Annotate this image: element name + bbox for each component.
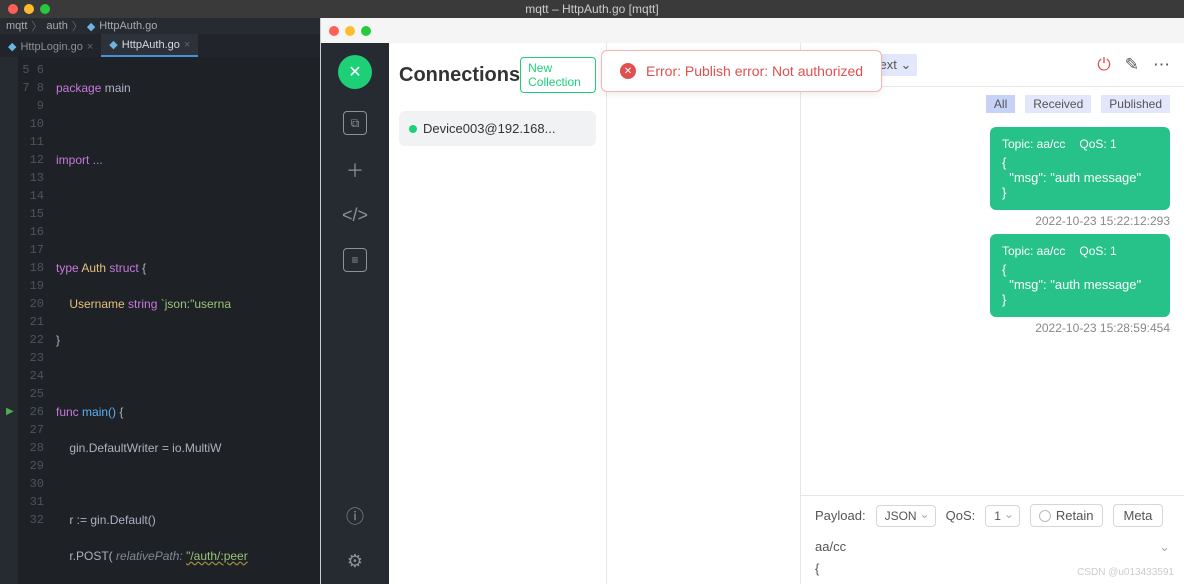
tab-label: HttpAuth.go <box>122 39 180 51</box>
close-window-icon[interactable] <box>8 4 18 14</box>
meta-button[interactable]: Meta <box>1113 504 1164 527</box>
editor-tabs: ◆ HttpLogin.go × ◆ HttpAuth.go × <box>0 34 320 57</box>
payload-bar: Payload: JSON QoS: 1 Retain Meta <box>801 495 1184 535</box>
ide-panel: mqtt 〉 auth 〉 ◆ HttpAuth.go ◆ HttpLogin.… <box>0 18 320 584</box>
chevron-right-icon: 〉 <box>72 18 83 34</box>
qos-select[interactable]: 1 <box>985 505 1020 527</box>
message-bubble: Topic: aa/ccQoS: 1{ "msg": "auth message… <box>990 234 1170 317</box>
maximize-window-icon[interactable] <box>40 4 50 14</box>
filter-all[interactable]: All <box>986 95 1015 113</box>
edit-icon[interactable]: ✎ <box>1125 55 1139 75</box>
connections-title: Connections <box>399 64 520 87</box>
crumb-project[interactable]: mqtt <box>6 20 27 32</box>
more-icon[interactable]: ⋯ <box>1153 55 1170 75</box>
copy-icon[interactable]: ⧉ <box>343 111 367 135</box>
traffic-lights <box>8 4 50 14</box>
messages-panel: ? Plaintext ⌄ ⏻ ✎ ⋯ All Received Publish… <box>801 43 1184 584</box>
line-gutter: 5 6 7 8 9 10 11 12 13 14 15 16 17 18 19 … <box>18 57 50 584</box>
tab-label: HttpLogin.go <box>20 41 82 53</box>
chevron-right-icon: 〉 <box>31 18 42 34</box>
ide-left-toolbar: Project Pull Requests Structure Bookmark… <box>0 57 18 584</box>
connection-item[interactable]: Device003@192.168... <box>399 111 596 146</box>
code-icon[interactable]: </> <box>342 205 368 226</box>
minimize-window-icon[interactable] <box>24 4 34 14</box>
connection-label: Device003@192.168... <box>423 121 555 136</box>
minimize-window-icon[interactable] <box>345 26 355 36</box>
go-file-icon: ◆ <box>87 20 95 33</box>
message-list: Topic: aa/ccQoS: 1{ "msg": "auth message… <box>801 121 1184 495</box>
error-text: Error: Publish error: Not authorized <box>646 63 863 79</box>
error-icon: ✕ <box>620 63 636 79</box>
os-titlebar: mqtt – HttpAuth.go [mqtt] <box>0 0 1184 18</box>
go-file-icon: ◆ <box>109 38 117 51</box>
database-icon[interactable]: ≡ <box>343 248 367 272</box>
payload-type-select[interactable]: JSON <box>876 505 936 527</box>
crumb-file[interactable]: HttpAuth.go <box>99 20 157 32</box>
status-dot-icon <box>409 125 417 133</box>
payload-label: Payload: <box>815 508 866 523</box>
watermark: CSDN @u013433591 <box>1077 567 1174 578</box>
window-title: mqtt – HttpAuth.go [mqtt] <box>525 2 658 16</box>
qos-label: QoS: <box>946 508 976 523</box>
code-editor[interactable]: package main import ... type Auth struct… <box>50 57 320 584</box>
filter-bar: All Received Published <box>801 87 1184 121</box>
mqttx-app: ✕ ⧉ ＋ </> ≡ ⓘ ⚙ Connections New Collecti… <box>320 18 1184 584</box>
message-timestamp: 2022-10-23 15:28:59:454 <box>1035 321 1170 335</box>
close-icon[interactable]: × <box>87 41 93 53</box>
mqttx-sidebar: ✕ ⧉ ＋ </> ≡ ⓘ ⚙ <box>321 43 389 584</box>
gear-icon[interactable]: ⚙ <box>347 551 363 572</box>
crumb-folder[interactable]: auth <box>46 20 67 32</box>
error-toast: ✕ Error: Publish error: Not authorized <box>601 50 882 92</box>
mqttx-logo-icon[interactable]: ✕ <box>338 55 372 89</box>
tab-httpauth[interactable]: ◆ HttpAuth.go × <box>101 34 198 57</box>
subscriptions-panel: + New Subscription ☰ <box>607 43 801 584</box>
breadcrumb: mqtt 〉 auth 〉 ◆ HttpAuth.go <box>0 18 320 34</box>
filter-received[interactable]: Received <box>1025 95 1091 113</box>
message-timestamp: 2022-10-23 15:22:12:293 <box>1035 214 1170 228</box>
retain-toggle[interactable]: Retain <box>1030 504 1103 527</box>
topic-input[interactable]: aa/cc <box>815 539 846 555</box>
filter-published[interactable]: Published <box>1101 95 1170 113</box>
new-collection-button[interactable]: New Collection <box>520 57 596 93</box>
message-bubble: Topic: aa/ccQoS: 1{ "msg": "auth message… <box>990 127 1170 210</box>
run-gutter-icon[interactable]: ▶ <box>6 403 14 421</box>
close-window-icon[interactable] <box>329 26 339 36</box>
go-file-icon: ◆ <box>8 40 16 53</box>
maximize-window-icon[interactable] <box>361 26 371 36</box>
power-icon[interactable]: ⏻ <box>1097 55 1110 75</box>
close-icon[interactable]: × <box>184 39 190 51</box>
plus-icon[interactable]: ＋ <box>346 157 364 183</box>
tab-httplogin[interactable]: ◆ HttpLogin.go × <box>0 36 101 57</box>
info-icon[interactable]: ⓘ <box>346 503 364 529</box>
connections-panel: Connections New Collection Device003@192… <box>389 43 607 584</box>
mqttx-titlebar <box>321 18 1184 43</box>
chevron-down-icon[interactable]: ⌄ <box>1159 539 1170 555</box>
